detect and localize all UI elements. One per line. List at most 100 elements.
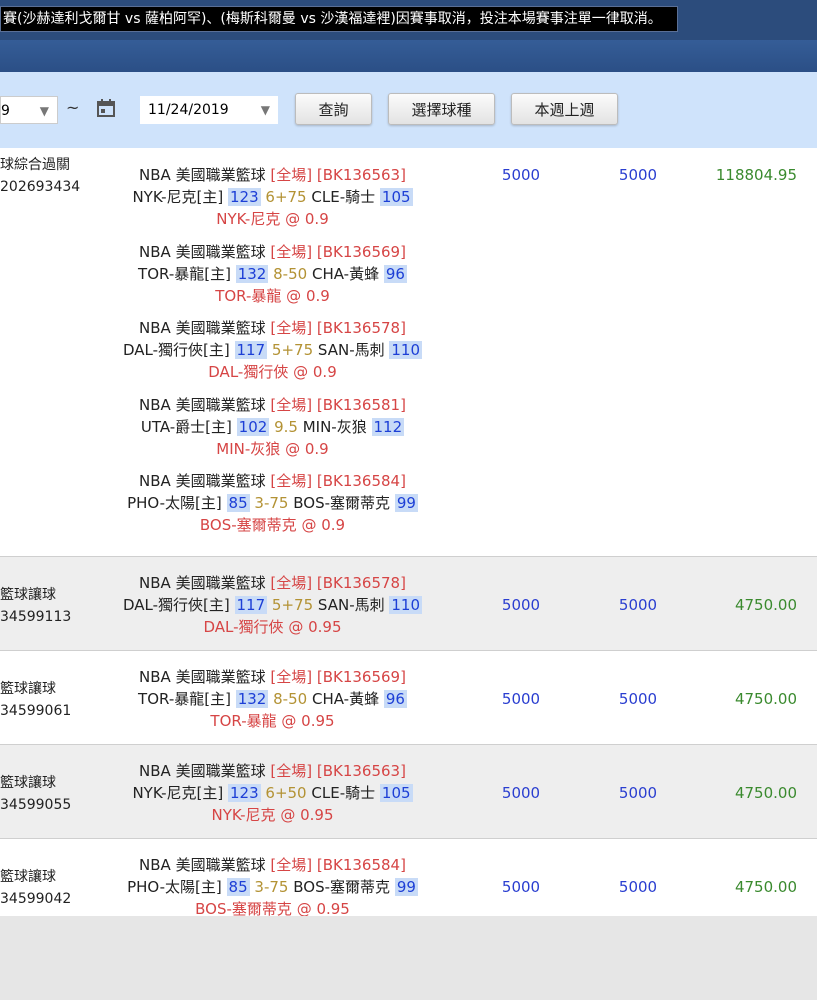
pick-line: NYK-尼克 @ 0.95 xyxy=(0,804,545,826)
away-score: 96 xyxy=(383,690,407,708)
league-line: NBA 美國職業籃球 [全場] [BK136569] xyxy=(0,241,545,263)
home-score: 85 xyxy=(226,878,250,896)
match-block: NBA 美國職業籃球 [全場] [BK136584] PHO-太陽[主] 85 … xyxy=(0,854,545,916)
league-name: NBA 美國職業籃球 xyxy=(139,319,266,337)
event-code: [BK136569] xyxy=(316,242,406,261)
match-block: NBA 美國職業籃球 [全場] [BK136578] DAL-獨行俠[主] 11… xyxy=(0,317,545,383)
home-score: 132 xyxy=(235,264,269,283)
period: [全場] xyxy=(270,856,313,874)
league-line: NBA 美國職業籃球 [全場] [BK136581] xyxy=(0,394,545,416)
league-line: NBA 美國職業籃球 [全場] [BK136584] xyxy=(0,470,545,492)
home-score: 132 xyxy=(235,690,269,708)
home-team: NYK-尼克[主] xyxy=(132,784,224,802)
away-team: CHA-黃蜂 xyxy=(311,690,380,708)
single-bet-row[interactable]: 籃球讓球 34599113 NBA 美國職業籃球 [全場] [BK136578] … xyxy=(0,557,817,651)
league-name: NBA 美國職業籃球 xyxy=(139,472,266,490)
chevron-down-icon: ▼ xyxy=(260,103,270,117)
pick-line: BOS-塞爾蒂克 @ 0.95 xyxy=(0,898,545,916)
match-block: NBA 美國職業籃球 [全場] [BK136563] NYK-尼克[主] 123… xyxy=(0,164,545,230)
single-bet-row[interactable]: 籃球讓球 34599042 NBA 美國職業籃球 [全場] [BK136584] … xyxy=(0,839,817,916)
league-line: NBA 美國職業籃球 [全場] [BK136569] xyxy=(0,666,545,688)
pick-line: DAL-獨行俠 @ 0.9 xyxy=(0,361,545,383)
period: [全場] xyxy=(270,319,313,337)
away-score: 105 xyxy=(379,188,413,206)
home-team: TOR-暴龍[主] xyxy=(138,690,231,708)
odds: @ 0.95 xyxy=(296,900,350,916)
home-score: 123 xyxy=(227,784,261,802)
calendar-icon[interactable] xyxy=(96,98,116,118)
league-name: NBA 美國職業籃球 xyxy=(139,242,266,261)
select-sport-button[interactable]: 選擇球種 xyxy=(388,93,495,125)
win-amount: 4750.00 xyxy=(734,690,797,708)
pick-line: DAL-獨行俠 @ 0.95 xyxy=(0,616,545,638)
announcement-ticker: 賽(沙赫達利戈爾甘 vs 薩柏阿罕)、(梅斯科爾曼 vs 沙漢福達裡)因賽事取消… xyxy=(0,6,678,32)
picked-team: NYK-尼克 xyxy=(216,210,281,228)
teams-line: NYK-尼克[主] 123 6+50 CLE-騎士 105 xyxy=(0,782,545,804)
page-footer-area xyxy=(0,916,817,1000)
event-code: [BK136581] xyxy=(316,395,406,414)
league-name: NBA 美國職業籃球 xyxy=(139,762,266,780)
away-team: MIN-灰狼 xyxy=(302,417,367,436)
away-score: 110 xyxy=(389,341,423,359)
picked-team: TOR-暴龍 xyxy=(210,712,277,730)
event-code: [BK136569] xyxy=(316,668,406,686)
event-code: [BK136584] xyxy=(316,856,406,874)
query-button[interactable]: 查詢 xyxy=(295,93,372,125)
win-amount: 118804.95 xyxy=(715,166,797,184)
teams-line: PHO-太陽[主] 85 3-75 BOS-塞爾蒂克 99 xyxy=(0,492,545,514)
event-code: [BK136584] xyxy=(316,472,406,490)
match-block: NBA 美國職業籃球 [全場] [BK136584] PHO-太陽[主] 85 … xyxy=(0,470,545,536)
away-score: 110 xyxy=(389,596,423,614)
teams-line: PHO-太陽[主] 85 3-75 BOS-塞爾蒂克 99 xyxy=(0,876,545,898)
period: [全場] xyxy=(270,472,313,490)
home-team: PHO-太陽[主] xyxy=(127,878,222,896)
valid-amount: 5000 xyxy=(618,596,658,614)
picked-team: BOS-塞爾蒂克 xyxy=(199,516,297,534)
stake-amount: 5000 xyxy=(501,878,541,896)
period: [全場] xyxy=(270,395,313,414)
handicap-line: 6+50 xyxy=(265,784,307,802)
stake-amount: 5000 xyxy=(501,596,541,614)
match-block: NBA 美國職業籃球 [全場] [BK136581] UTA-爵士[主] 102… xyxy=(0,394,545,460)
away-score: 105 xyxy=(379,784,413,802)
win-amount: 4750.00 xyxy=(734,878,797,896)
odds: @ 0.95 xyxy=(281,712,335,730)
date-from-select[interactable]: 9 ▼ xyxy=(0,96,58,124)
parlay-row[interactable]: 球綜合過關 202693434 5000 5000 118804.95 NBA … xyxy=(0,148,817,557)
league-line: NBA 美國職業籃球 [全場] [BK136563] xyxy=(0,164,545,186)
odds: @ 0.95 xyxy=(280,806,334,824)
period: [全場] xyxy=(270,574,313,592)
away-team: SAN-馬刺 xyxy=(317,596,385,614)
this-last-week-button[interactable]: 本週上週 xyxy=(511,93,618,125)
league-line: NBA 美國職業籃球 [全場] [BK136578] xyxy=(0,317,545,339)
league-line: NBA 美國職業籃球 [全場] [BK136563] xyxy=(0,760,545,782)
odds: @ 0.9 xyxy=(285,439,329,458)
single-bet-row[interactable]: 籃球讓球 34599055 NBA 美國職業籃球 [全場] [BK136563] … xyxy=(0,745,817,839)
period: [全場] xyxy=(270,242,313,261)
single-bet-row[interactable]: 籃球讓球 34599061 NBA 美國職業籃球 [全場] [BK136569] … xyxy=(0,651,817,745)
match-block: NBA 美國職業籃球 [全場] [BK136578] DAL-獨行俠[主] 11… xyxy=(0,572,545,638)
header-bar xyxy=(0,40,817,72)
teams-line: TOR-暴龍[主] 132 8-50 CHA-黃蜂 96 xyxy=(0,688,545,710)
league-line: NBA 美國職業籃球 [全場] [BK136578] xyxy=(0,572,545,594)
event-code: [BK136578] xyxy=(316,319,406,337)
pick-line: TOR-暴龍 @ 0.95 xyxy=(0,710,545,732)
away-score: 96 xyxy=(383,264,407,283)
away-team: SAN-馬刺 xyxy=(317,341,385,359)
handicap-line: 3-75 xyxy=(254,494,289,512)
odds: @ 0.9 xyxy=(285,210,329,228)
home-team: UTA-爵士[主] xyxy=(140,417,232,436)
valid-amount: 5000 xyxy=(618,878,658,896)
picked-team: BOS-塞爾蒂克 xyxy=(195,900,292,916)
picked-team: TOR-暴龍 xyxy=(215,286,282,305)
event-code: [BK136563] xyxy=(316,166,406,184)
pick-line: MIN-灰狼 @ 0.9 xyxy=(0,438,545,460)
league-name: NBA 美國職業籃球 xyxy=(139,574,266,592)
chevron-down-icon: ▼ xyxy=(39,104,49,118)
teams-line: DAL-獨行俠[主] 117 5+75 SAN-馬刺 110 xyxy=(0,339,545,361)
valid-amount: 5000 xyxy=(618,784,658,802)
picked-team: DAL-獨行俠 xyxy=(208,363,289,381)
pick-line: NYK-尼克 @ 0.9 xyxy=(0,208,545,230)
match-block: NBA 美國職業籃球 [全場] [BK136569] TOR-暴龍[主] 132… xyxy=(0,241,545,307)
date-to-select[interactable]: 11/24/2019 ▼ xyxy=(140,96,278,124)
